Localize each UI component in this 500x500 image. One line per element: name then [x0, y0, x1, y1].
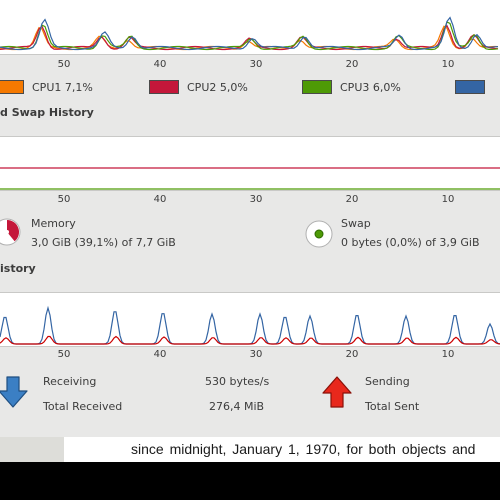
color-swatch-cpu3[interactable] — [302, 80, 332, 94]
memory-label: Memory — [31, 217, 76, 230]
cpu-percent: 6,0% — [372, 80, 401, 94]
sending-arrow-icon[interactable] — [322, 375, 354, 409]
tick-label: 10 — [441, 349, 455, 360]
document-margin — [0, 437, 64, 462]
tick-label: 40 — [153, 59, 167, 70]
sending-label: Sending — [365, 375, 410, 388]
memory-pie-icon[interactable] — [0, 217, 22, 247]
color-swatch-cpu4[interactable] — [455, 80, 485, 94]
network-section-title: istory — [0, 262, 36, 275]
legend-cpu2: CPU2 5,0% — [149, 78, 248, 96]
cpu-series-line — [0, 16, 499, 51]
tick-label: 20 — [345, 349, 359, 360]
tick-label: 10 — [441, 59, 455, 70]
receiving-arrow-icon[interactable] — [0, 375, 30, 409]
memory-time-axis: 50 40 30 20 10 — [0, 194, 500, 208]
legend-cpu4 — [455, 78, 493, 96]
legend-cpu1: CPU1 7,1% — [0, 78, 93, 96]
receiving-rate: 530 bytes/s — [205, 375, 270, 388]
memory-swap-graph — [0, 136, 500, 191]
network-plot — [0, 305, 500, 345]
receiving-series-line — [0, 305, 500, 345]
legend-cpu3: CPU3 6,0% — [302, 78, 401, 96]
tick-label: 20 — [345, 59, 359, 70]
cpu-series-line — [0, 24, 499, 51]
black-area — [0, 462, 500, 500]
tick-label: 50 — [57, 194, 71, 205]
tick-label: 30 — [249, 194, 263, 205]
sending-series-line — [0, 335, 500, 345]
cpu-name: CPU2 — [187, 80, 217, 94]
swap-detail: 0 bytes (0,0%) of 3,9 GiB — [341, 236, 480, 249]
cpu-history-plot — [0, 16, 499, 51]
tick-label: 40 — [153, 349, 167, 360]
cpu-name: CPU3 — [340, 80, 370, 94]
color-swatch-cpu2[interactable] — [149, 80, 179, 94]
cpu-percent: 5,0% — [219, 80, 248, 94]
total-received-label: Total Received — [43, 400, 123, 413]
tick-label: 10 — [441, 194, 455, 205]
tick-label: 30 — [249, 349, 263, 360]
tick-label: 40 — [153, 194, 167, 205]
memory-swap-plot — [0, 167, 500, 190]
total-received-value: 276,4 MiB — [209, 400, 265, 413]
cpu-time-axis: 50 40 30 20 10 — [0, 59, 500, 73]
tick-label: 50 — [57, 349, 71, 360]
tick-label: 30 — [249, 59, 263, 70]
receiving-label: Receiving — [43, 375, 97, 388]
network-time-axis: 50 40 30 20 10 — [0, 349, 500, 363]
memory-detail: 3,0 GiB (39,1%) of 7,7 GiB — [31, 236, 176, 249]
cpu-history-graph — [0, 0, 500, 55]
swap-pie-icon[interactable] — [304, 219, 334, 249]
color-swatch-cpu1[interactable] — [0, 80, 24, 94]
cpu-name: CPU1 — [32, 80, 62, 94]
tick-label: 50 — [57, 59, 71, 70]
total-sent-label: Total Sent — [365, 400, 420, 413]
memory-swap-section-title: d Swap History — [0, 106, 94, 119]
tick-label: 20 — [345, 194, 359, 205]
system-monitor-window: 50 40 30 20 10 CPU1 7,1% CPU2 5,0% CPU3 … — [0, 0, 500, 437]
network-graph — [0, 292, 500, 347]
swap-usage-dot — [314, 229, 324, 239]
swap-label: Swap — [341, 217, 371, 230]
document-text: since midnight, January 1, 1970, for bot… — [131, 441, 476, 457]
cpu-percent: 7,1% — [64, 80, 93, 94]
cpu-series-line — [0, 21, 499, 51]
